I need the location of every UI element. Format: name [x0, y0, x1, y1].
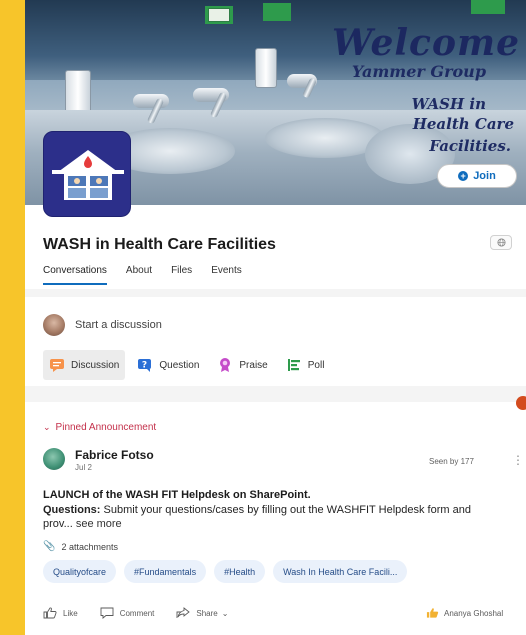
liked-by-name: Ananya Ghoshal — [444, 608, 504, 618]
join-label: Join — [473, 170, 496, 182]
discussion-label: Discussion — [71, 359, 120, 371]
poll-button[interactable]: Poll — [280, 350, 331, 380]
post-body-label: Questions: — [43, 504, 101, 516]
discussion-button[interactable]: Discussion — [43, 350, 126, 380]
liked-by[interactable]: Ananya Ghoshal — [426, 607, 503, 619]
group-logo — [43, 131, 131, 217]
tab-conversations[interactable]: Conversations — [43, 265, 107, 285]
pinned-announcement-toggle[interactable]: ⌄ Pinned Announcement — [43, 422, 156, 433]
poll-label: Poll — [307, 359, 325, 371]
question-label: Question — [159, 359, 200, 371]
avatar — [43, 314, 65, 336]
svg-text:?: ? — [142, 361, 147, 371]
question-icon: ? — [138, 359, 152, 372]
topic-tag[interactable]: #Health — [214, 560, 266, 583]
group-header: Welcome Yammer Group WASH in Health Care… — [25, 0, 526, 289]
post-actions: Like Comment Share ⌄ — [43, 607, 250, 619]
discussion-icon — [50, 359, 64, 372]
post-type-selector: Discussion ? Question Praise Poll — [43, 350, 336, 380]
like-button[interactable]: Like — [43, 607, 78, 619]
post-date[interactable]: Jul 2 — [75, 463, 92, 472]
group-tabs: Conversations About Files Events — [43, 265, 261, 285]
tab-about[interactable]: About — [126, 265, 152, 285]
avatar[interactable] — [43, 448, 65, 470]
topic-tag[interactable]: Wash In Health Care Facili... — [273, 560, 408, 583]
share-button[interactable]: Share ⌄ — [176, 607, 228, 619]
praise-label: Praise — [239, 359, 268, 371]
notification-badge — [516, 396, 526, 410]
seen-by-count[interactable]: Seen by 177 — [429, 457, 474, 466]
poll-icon — [287, 359, 300, 371]
pinned-label: Pinned Announcement — [55, 422, 157, 433]
comment-icon — [100, 607, 114, 619]
plus-icon: + — [458, 171, 469, 181]
like-label: Like — [63, 608, 78, 618]
tab-files[interactable]: Files — [171, 265, 192, 285]
question-button[interactable]: ? Question — [131, 350, 205, 380]
group-title: WASH in Health Care Facilities — [43, 236, 276, 253]
banner-line: WASH in — [411, 95, 486, 113]
post-headline: LAUNCH of the WASH FIT Helpdesk on Share… — [43, 489, 311, 501]
share-icon — [176, 607, 191, 618]
see-more-link[interactable]: see more — [73, 518, 122, 530]
house-icon — [52, 150, 124, 200]
post-author[interactable]: Fabrice Fotso — [75, 448, 154, 462]
paperclip-icon: 📎 — [43, 541, 56, 552]
start-discussion-input[interactable]: Start a discussion — [75, 319, 162, 331]
banner-line: Health Care — [412, 115, 514, 133]
topic-tag[interactable]: Qualityofcare — [43, 560, 117, 583]
comment-label: Comment — [119, 608, 155, 618]
pinned-post-card: ⌄ Pinned Announcement Fabrice Fotso Jul … — [25, 402, 526, 635]
yammer-group-page: Welcome Yammer Group WASH in Health Care… — [25, 0, 526, 635]
banner-subtitle: Yammer Group — [351, 62, 486, 81]
publisher: Start a discussion Discussion ? Question — [25, 297, 526, 386]
more-options-icon[interactable]: ⋮ — [512, 451, 524, 469]
chevron-down-icon: ⌄ — [43, 422, 51, 432]
topic-tags: Qualityofcare #Fundamentals #Health Wash… — [43, 560, 415, 583]
chevron-down-icon: ⌄ — [221, 608, 229, 618]
post-body: Questions: Submit your questions/cases b… — [43, 503, 503, 531]
thumbs-up-icon — [426, 608, 439, 618]
topic-tag[interactable]: #Fundamentals — [124, 560, 207, 583]
share-label: Share — [196, 608, 218, 618]
globe-icon[interactable] — [490, 235, 512, 250]
banner-line: Facilities. — [429, 137, 511, 155]
join-button[interactable]: + Join — [437, 164, 517, 188]
comment-button[interactable]: Comment — [100, 607, 155, 619]
praise-button[interactable]: Praise — [211, 350, 273, 380]
attachments-link[interactable]: 📎 2 attachments — [43, 541, 118, 552]
tab-events[interactable]: Events — [211, 265, 242, 285]
praise-icon — [220, 358, 231, 372]
thumbs-up-icon — [43, 607, 57, 619]
banner-welcome-text: Welcome — [331, 22, 520, 64]
attachments-label: 2 attachments — [61, 541, 118, 552]
